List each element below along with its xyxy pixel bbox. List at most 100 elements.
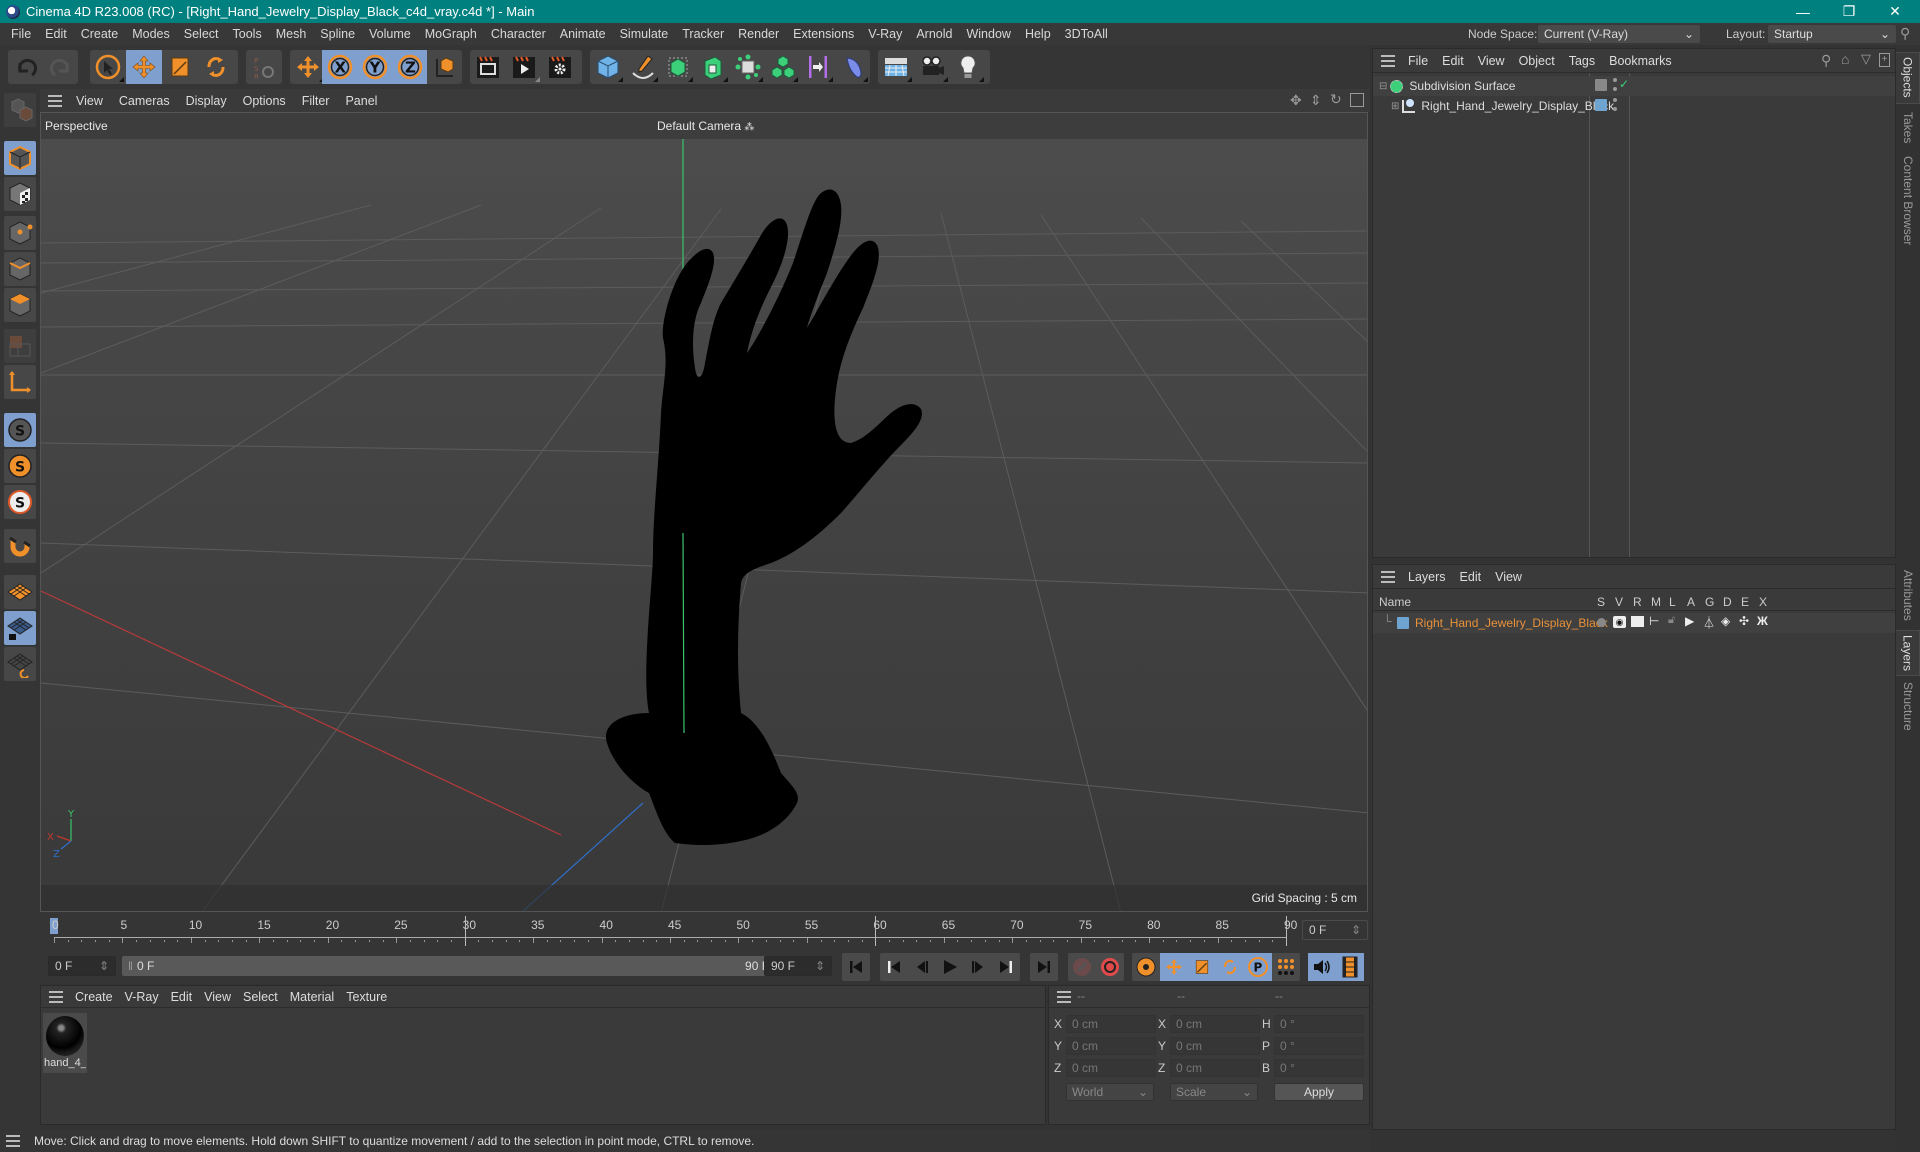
animation-play-icon[interactable]: ▶: [1685, 614, 1694, 628]
next-frame-button[interactable]: [964, 953, 992, 981]
menu-spline[interactable]: Spline: [313, 27, 362, 41]
rot-b-field[interactable]: 0 °: [1274, 1059, 1364, 1077]
psr-button[interactable]: PSR: [246, 50, 282, 84]
viewport-menu-display[interactable]: Display: [178, 94, 235, 108]
search-icon[interactable]: ⚲: [1900, 25, 1910, 42]
visibility-dot-render[interactable]: [1613, 107, 1617, 111]
tab-objects[interactable]: Objects: [1896, 52, 1920, 104]
subdivision-surface-button[interactable]: [660, 50, 695, 84]
menu-help[interactable]: Help: [1018, 27, 1058, 41]
pen-button[interactable]: [625, 50, 660, 84]
apply-button[interactable]: Apply: [1274, 1083, 1364, 1101]
go-to-end-button[interactable]: [1030, 953, 1058, 981]
layer-menu-edit[interactable]: Edit: [1453, 570, 1489, 584]
menu-select[interactable]: Select: [177, 27, 226, 41]
viewport-menu-panel[interactable]: Panel: [337, 94, 385, 108]
keyframe-selection-button[interactable]: [1132, 953, 1160, 981]
layout-dropdown[interactable]: Startup ⌄: [1768, 25, 1896, 43]
object-menu-view[interactable]: View: [1471, 54, 1512, 68]
render-view-button[interactable]: [470, 50, 506, 84]
layer-name[interactable]: Right_Hand_Jewelry_Display_Black: [1415, 616, 1608, 630]
editor-render-toggle-icon[interactable]: [1595, 79, 1607, 91]
column-header-expressions[interactable]: E: [1741, 595, 1749, 609]
previous-frame-button[interactable]: [908, 953, 936, 981]
deformer-button[interactable]: [835, 50, 870, 84]
menu-mograph[interactable]: MoGraph: [418, 27, 484, 41]
enabled-check-icon[interactable]: ✓: [1619, 77, 1629, 91]
hamburger-menu-icon[interactable]: [1381, 54, 1395, 67]
solo-toggle-icon[interactable]: [1597, 618, 1606, 627]
deformer-icon[interactable]: ◈: [1721, 614, 1730, 628]
column-header-render[interactable]: R: [1633, 595, 1642, 609]
scale-button[interactable]: [162, 50, 198, 84]
object-menu-edit[interactable]: Edit: [1435, 54, 1471, 68]
home-icon[interactable]: ⌂: [1841, 51, 1849, 67]
snap-button[interactable]: S: [4, 413, 36, 447]
rotate-view-icon[interactable]: ↻: [1330, 91, 1342, 108]
rotate-button[interactable]: [198, 50, 234, 84]
pos-x-field[interactable]: 0 cm: [1066, 1015, 1156, 1033]
rot-p-field[interactable]: 0 °: [1274, 1037, 1364, 1055]
menu-extensions[interactable]: Extensions: [786, 27, 861, 41]
column-header-manager[interactable]: M: [1651, 595, 1661, 609]
menu-arnold[interactable]: Arnold: [909, 27, 959, 41]
go-to-start-button[interactable]: [842, 953, 870, 981]
manager-hierarchy-icon[interactable]: ⊢: [1649, 614, 1659, 628]
key-rotation-button[interactable]: [1216, 953, 1244, 981]
material-menu-select[interactable]: Select: [237, 990, 284, 1004]
snap-settings-button[interactable]: S: [4, 449, 36, 483]
expression-icon[interactable]: ✣: [1739, 614, 1749, 628]
uv-mode-button[interactable]: [4, 329, 36, 363]
render-settings-button[interactable]: [542, 50, 578, 84]
object-menu-bookmarks[interactable]: Bookmarks: [1602, 54, 1679, 68]
size-y-field[interactable]: 0 cm: [1170, 1037, 1260, 1055]
visibility-dot-editor[interactable]: [1613, 98, 1617, 102]
tab-takes[interactable]: Takes: [1896, 108, 1920, 150]
layer-row[interactable]: └ Right_Hand_Jewelry_Display_Black ◉ ⊢ 🔓…: [1373, 613, 1895, 633]
xref-icon[interactable]: Ж: [1757, 614, 1768, 628]
material-menu-edit[interactable]: Edit: [165, 990, 199, 1004]
menu-animate[interactable]: Animate: [553, 27, 613, 41]
edges-mode-button[interactable]: [4, 252, 36, 286]
column-header-xrefs[interactable]: X: [1759, 595, 1767, 609]
menu-tools[interactable]: Tools: [226, 27, 269, 41]
filter-icon[interactable]: ▽: [1861, 51, 1871, 67]
material-menu-vray[interactable]: V-Ray: [119, 990, 165, 1004]
record-active-objects-button[interactable]: [1068, 953, 1096, 981]
expand-toggle-icon[interactable]: ⊞: [1391, 101, 1399, 112]
viewport-menu-cameras[interactable]: Cameras: [111, 94, 178, 108]
frame-range-slider[interactable]: ‖ 0 F 90 F ‖: [122, 956, 784, 976]
object-menu-object[interactable]: Object: [1512, 54, 1562, 68]
sound-button[interactable]: [1308, 953, 1336, 981]
visible-eye-icon[interactable]: ◉: [1613, 616, 1626, 628]
redo-button[interactable]: [43, 50, 78, 84]
key-parameter-button[interactable]: P: [1244, 953, 1272, 981]
column-header-name[interactable]: Name: [1379, 595, 1411, 609]
key-scale-button[interactable]: [1188, 953, 1216, 981]
hamburger-menu-icon[interactable]: [48, 94, 62, 107]
column-header-generators[interactable]: G: [1705, 595, 1714, 609]
key-position-button[interactable]: [1160, 953, 1188, 981]
new-window-icon[interactable]: +: [1879, 53, 1890, 67]
menu-modes[interactable]: Modes: [125, 27, 177, 41]
viewport-menu-filter[interactable]: Filter: [294, 94, 338, 108]
menu-render[interactable]: Render: [731, 27, 786, 41]
object-row-subdivision-surface[interactable]: ⊟ Subdivision Surface ✓: [1373, 76, 1895, 96]
pos-z-field[interactable]: 0 cm: [1066, 1059, 1156, 1077]
planar-workplane-button[interactable]: [4, 647, 36, 681]
autokeying-button[interactable]: [1096, 953, 1124, 981]
restore-button[interactable]: ❐: [1826, 0, 1872, 23]
end-frame-field[interactable]: 90 F ⇕: [764, 956, 832, 976]
magnet-button[interactable]: [4, 529, 36, 563]
world-axis-move-button[interactable]: [290, 50, 326, 84]
timeline-ruler[interactable]: 0 5 10 15 20 25 30 35 40 45 50 55 60 65 70 75 80 85 90 0 F…: [40, 912, 1370, 950]
coordinate-system-button[interactable]: [427, 50, 462, 84]
pan-view-icon[interactable]: ✥: [1290, 92, 1302, 109]
tab-content-browser[interactable]: Content Browser: [1896, 152, 1920, 262]
size-x-field[interactable]: 0 cm: [1170, 1015, 1260, 1033]
menu-file[interactable]: File: [4, 27, 38, 41]
menu-character[interactable]: Character: [484, 27, 553, 41]
start-frame-field[interactable]: 0 F ⇕: [48, 956, 116, 976]
material-menu-view[interactable]: View: [198, 990, 237, 1004]
menu-simulate[interactable]: Simulate: [613, 27, 676, 41]
